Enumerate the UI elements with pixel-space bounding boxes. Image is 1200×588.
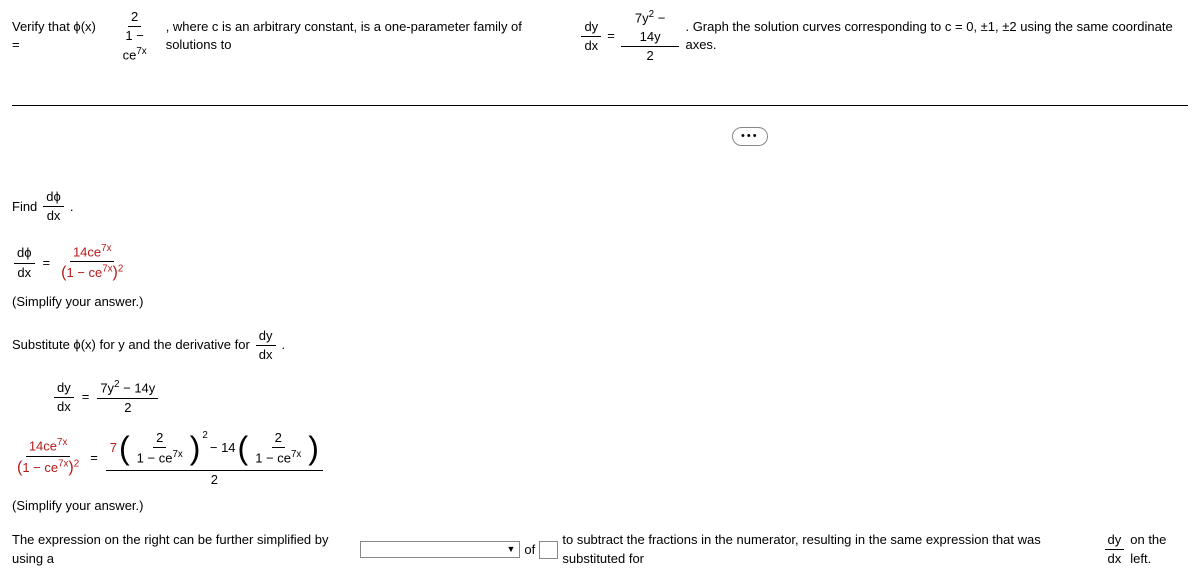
problem-statement: Verify that ϕ(x) = 2 1 − ce7x , where c … [12, 8, 1188, 65]
chevron-down-icon: ▼ [506, 543, 515, 556]
simplify-note-2: (Simplify your answer.) [12, 497, 1188, 515]
value-input[interactable] [539, 541, 558, 559]
big-lhs: 14ce7x (1 − ce7x)2 [14, 436, 82, 479]
method-dropdown[interactable]: ▼ [360, 541, 520, 558]
conclusion-text-1: The expression on the right can be furth… [12, 531, 356, 567]
conclusion-row: The expression on the right can be furth… [12, 531, 1188, 568]
substitution-equation: 14ce7x (1 − ce7x)2 = 7 ( 2 1 − ce7x ) 2 … [12, 427, 1188, 489]
ode-restatement: dy dx = 7y2 − 14y 2 [52, 378, 1188, 417]
big-rhs: 7 ( 2 1 − ce7x ) 2 − 14 ( 2 1 − ce7x ) 2 [106, 427, 323, 489]
conclusion-text-2: to subtract the fractions in the numerat… [562, 531, 1098, 567]
section-divider [12, 105, 1188, 106]
dphi-dx-lhs: dϕ dx [14, 244, 35, 281]
find-step: Find dϕ dx . [12, 188, 1188, 225]
derivative-answer: 14ce7x (1 − ce7x)2 [58, 242, 126, 285]
phi-fraction: 2 1 − ce7x [110, 8, 160, 65]
simplify-note-1: (Simplify your answer.) [12, 293, 1188, 311]
dphi-dx: dϕ dx [43, 188, 64, 225]
tail-text: . Graph the solution curves correspondin… [685, 18, 1188, 54]
rhs-fraction: 7y2 − 14y 2 [621, 8, 680, 65]
derivative-equation: dϕ dx = 14ce7x (1 − ce7x)2 [12, 242, 1188, 285]
more-button[interactable]: ••• [732, 127, 768, 146]
verify-text: Verify that ϕ(x) = [12, 18, 104, 54]
mid-text: , where c is an arbitrary constant, is a… [166, 18, 576, 54]
substitute-step: Substitute ϕ(x) for y and the derivative… [12, 327, 1188, 364]
dydx-fraction: dy dx [581, 18, 601, 55]
